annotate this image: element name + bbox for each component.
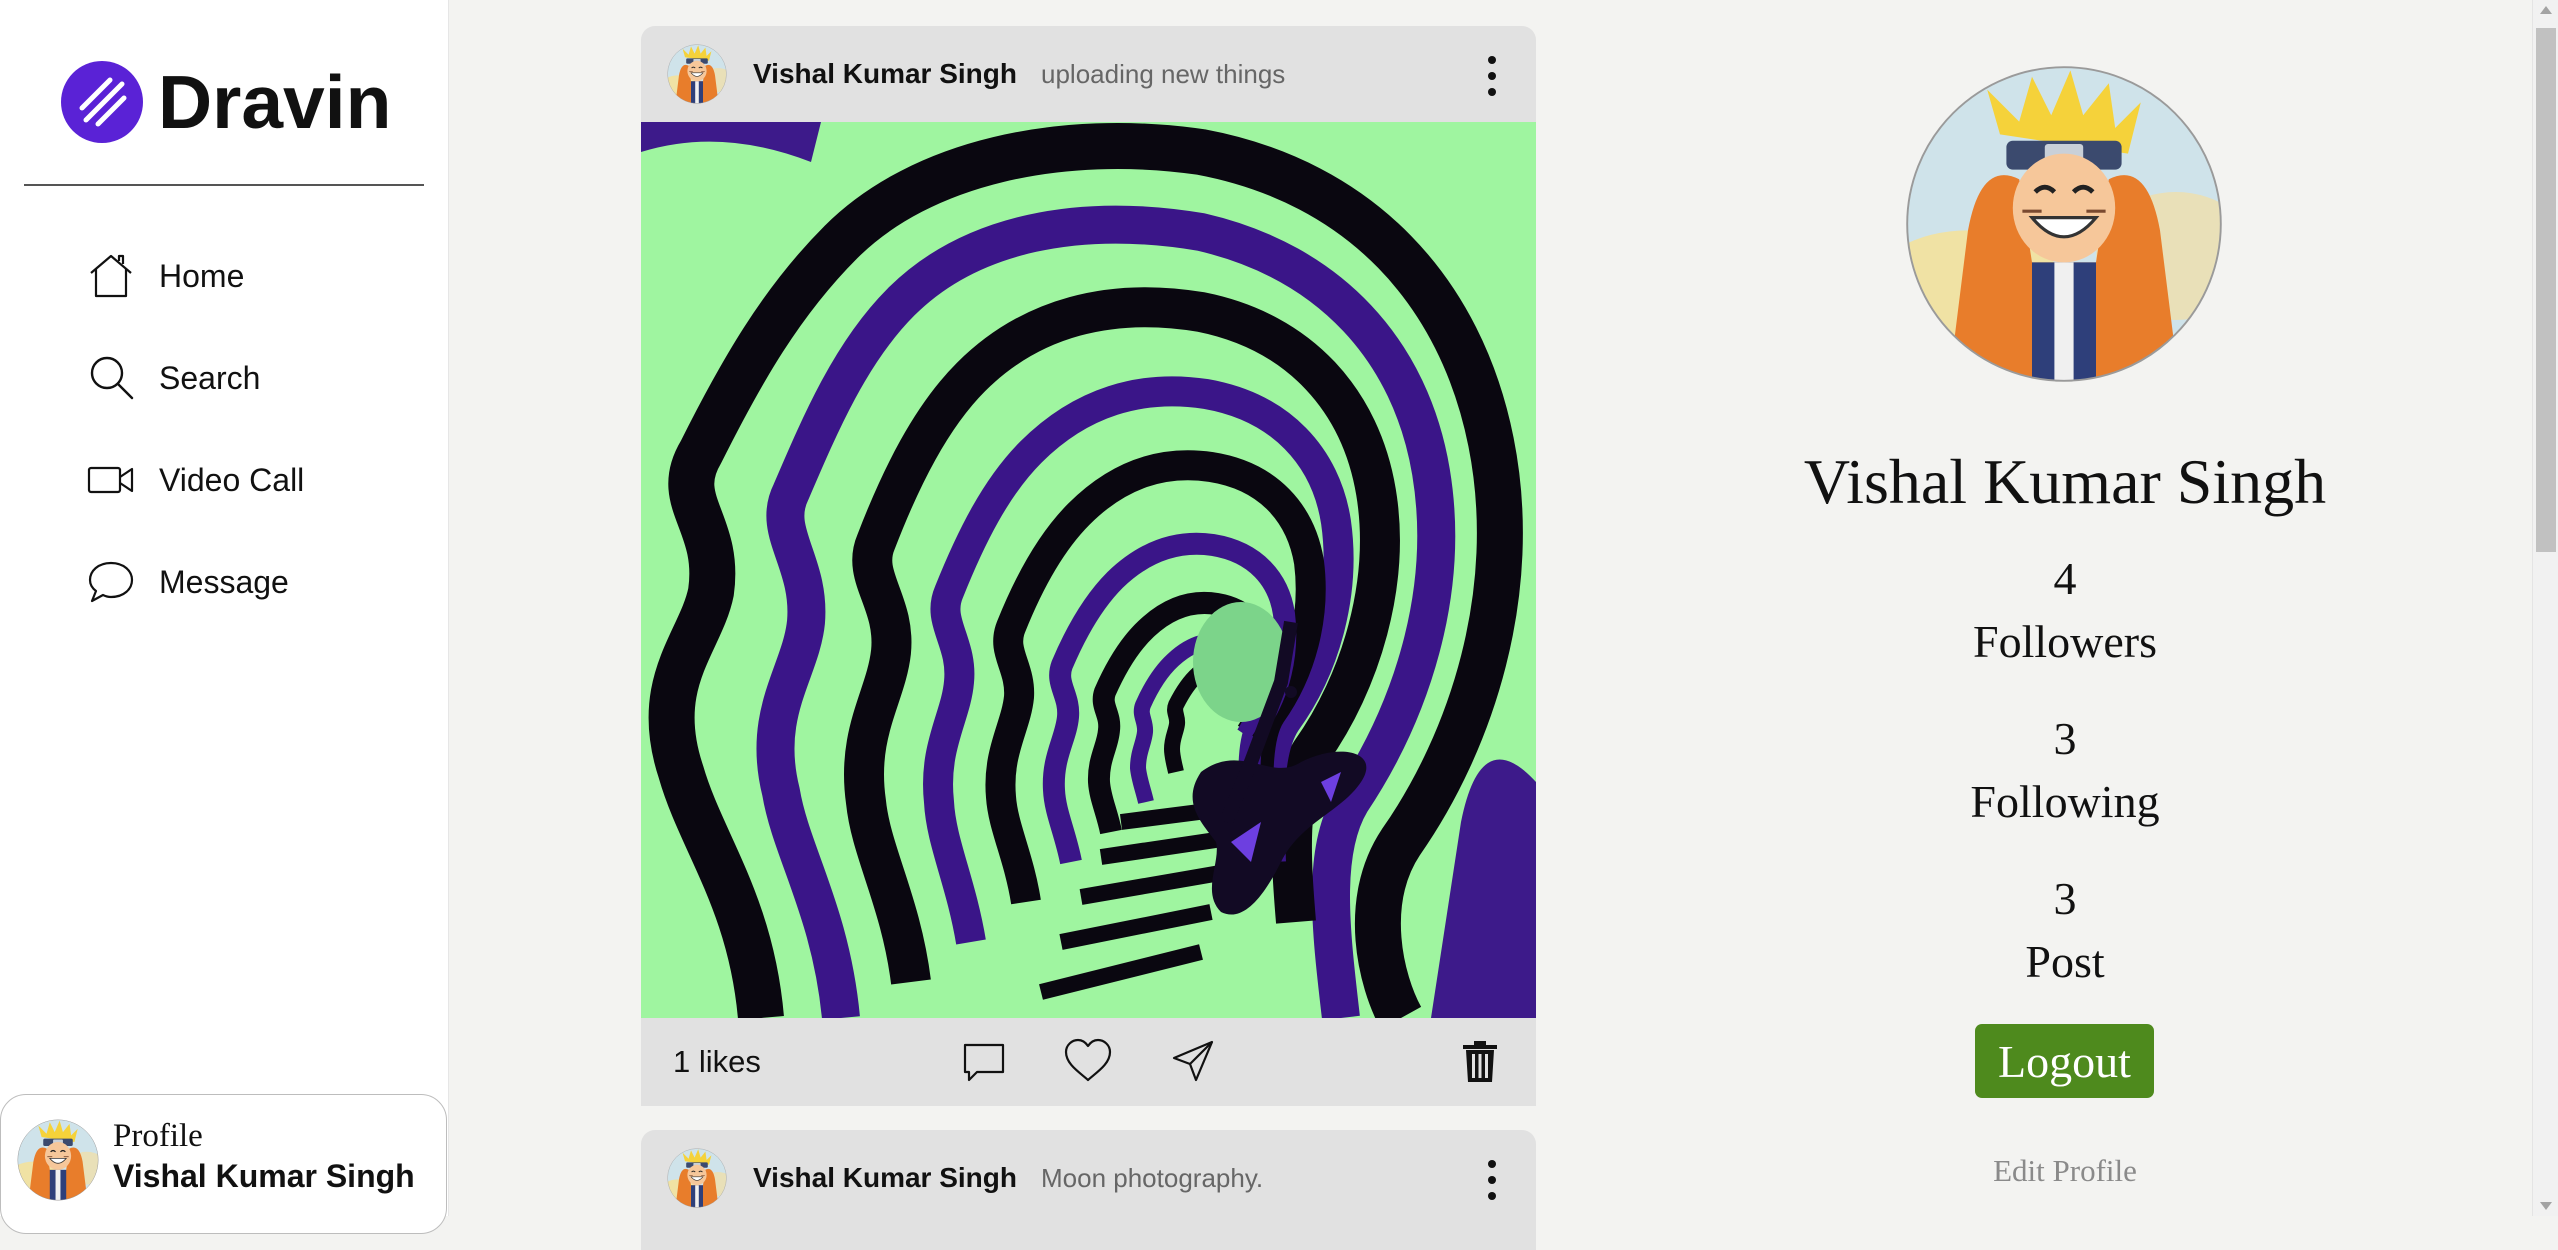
profile-card[interactable]: Profile Vishal Kumar Singh bbox=[0, 1094, 447, 1234]
profile-avatar bbox=[1904, 64, 2224, 384]
logout-button[interactable]: Logout bbox=[1975, 1024, 2154, 1098]
post-header: Vishal Kumar Singh uploading new things bbox=[641, 26, 1536, 122]
post-caption: Moon photography. bbox=[1041, 1162, 1264, 1193]
sidebar-item-home[interactable]: Home bbox=[0, 225, 449, 327]
like-button[interactable] bbox=[1063, 1036, 1113, 1086]
sidebar-item-label: Home bbox=[159, 257, 245, 294]
scrollbar-thumb[interactable] bbox=[2536, 28, 2556, 552]
post-footer: 1 likes bbox=[641, 1018, 1536, 1106]
sidebar-item-label: Video Call bbox=[159, 461, 305, 498]
brand[interactable]: Dravin bbox=[60, 60, 391, 144]
likes-count: 1 likes bbox=[673, 1044, 761, 1079]
sidebar-item-message[interactable]: Message bbox=[0, 531, 449, 633]
comment-button[interactable] bbox=[959, 1036, 1009, 1086]
sidebar-nav: Home Search Video Call Message bbox=[0, 225, 449, 633]
post-label: Post bbox=[2025, 936, 2105, 987]
scroll-down-arrow-icon[interactable] bbox=[2540, 1202, 2552, 1210]
scrollbar[interactable] bbox=[2532, 0, 2558, 1216]
dravin-logo-icon bbox=[61, 61, 143, 143]
sidebar-item-search[interactable]: Search bbox=[0, 327, 449, 429]
avatar[interactable] bbox=[667, 1148, 727, 1208]
edit-profile-link[interactable]: Edit Profile bbox=[1900, 1153, 2230, 1189]
message-icon bbox=[88, 561, 134, 603]
profile-label: Profile bbox=[113, 1118, 203, 1154]
following-label[interactable]: Following bbox=[1900, 775, 2230, 828]
sidebar: Dravin Home Search Video Call Message Pr… bbox=[0, 0, 449, 1234]
sidebar-item-label: Message bbox=[159, 563, 289, 600]
following-count: 3 bbox=[2053, 713, 2077, 764]
avatar[interactable] bbox=[667, 44, 727, 104]
video-call-icon bbox=[87, 466, 134, 494]
comment-icon bbox=[963, 1043, 1005, 1082]
trash-icon bbox=[1463, 1041, 1497, 1082]
search-icon bbox=[90, 356, 134, 400]
post-image bbox=[641, 122, 1536, 1018]
heart-icon bbox=[1064, 1038, 1112, 1082]
avatar bbox=[17, 1119, 99, 1201]
brand-name: Dravin bbox=[158, 59, 392, 144]
sidebar-item-label: Search bbox=[159, 359, 261, 396]
sidebar-divider bbox=[24, 184, 424, 186]
more-options-icon[interactable] bbox=[1486, 56, 1498, 96]
home-icon bbox=[90, 254, 132, 298]
post-count: 3 bbox=[2053, 873, 2077, 924]
post-card: Vishal Kumar Singh uploading new things bbox=[641, 26, 1536, 1106]
post-card: Vishal Kumar Singh Moon photography. bbox=[641, 1130, 1536, 1250]
post-author[interactable]: Vishal Kumar Singh bbox=[753, 1162, 1017, 1194]
sidebar-item-video-call[interactable]: Video Call bbox=[0, 429, 449, 531]
followers-count: 4 bbox=[2053, 553, 2077, 604]
followers-label[interactable]: Followers bbox=[1900, 615, 2230, 668]
share-button[interactable] bbox=[1168, 1036, 1218, 1086]
post-caption: uploading new things bbox=[1041, 58, 1286, 89]
profile-name-heading: Vishal Kumar Singh bbox=[1803, 446, 2327, 517]
scroll-up-arrow-icon[interactable] bbox=[2540, 6, 2552, 14]
share-icon bbox=[1172, 1040, 1214, 1082]
post-author[interactable]: Vishal Kumar Singh bbox=[753, 58, 1017, 90]
profile-name: Vishal Kumar Singh bbox=[113, 1158, 415, 1194]
more-options-icon[interactable] bbox=[1486, 1160, 1498, 1200]
post-header: Vishal Kumar Singh Moon photography. bbox=[641, 1130, 1536, 1226]
delete-button[interactable] bbox=[1455, 1036, 1505, 1086]
